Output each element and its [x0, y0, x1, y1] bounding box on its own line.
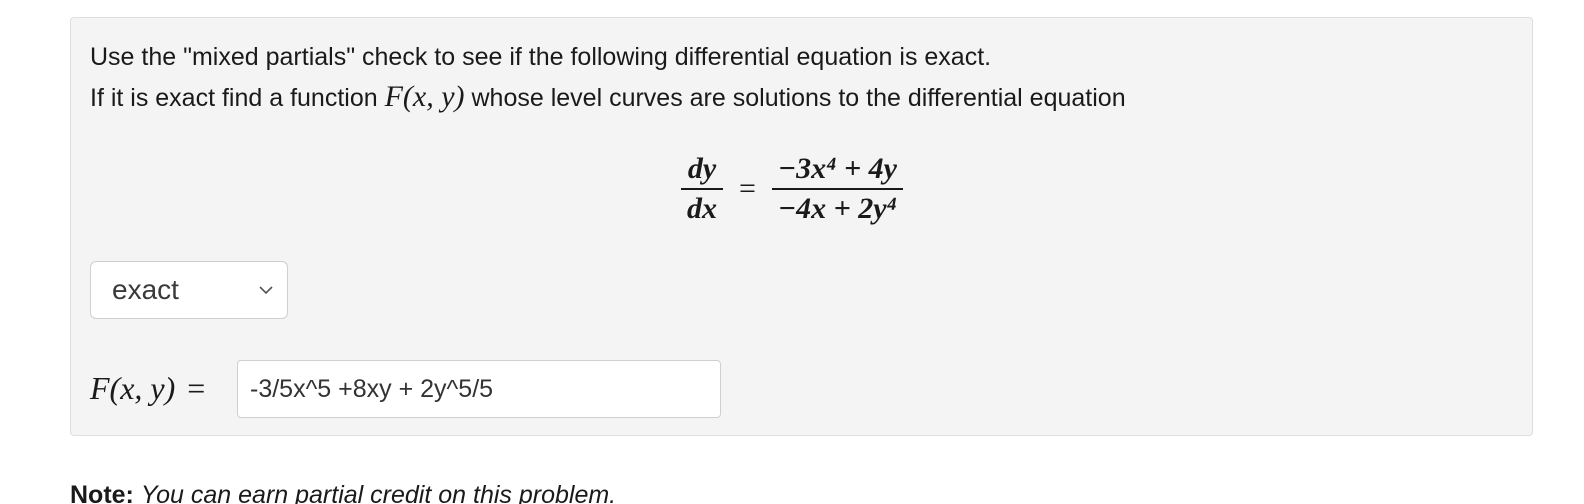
note-label: Note: [70, 481, 134, 504]
derivative-denominator: dx [687, 192, 717, 225]
derivative-numerator: dy [687, 152, 717, 185]
rhs-fraction: −3x⁴ + 4y −4x + 2y⁴ [771, 150, 903, 228]
instruction-prefix: If it is exact find a function [90, 84, 378, 112]
answer-equals-sign: = [187, 370, 206, 406]
derivative-fraction: dy dx [681, 150, 723, 228]
rhs-denominator: −4x + 2y⁴ [777, 192, 897, 225]
problem-instruction-line2: If it is exact find a function F(x, y) w… [90, 82, 1126, 113]
rhs-numerator: −3x⁴ + 4y [777, 152, 897, 185]
instruction-suffix: whose level curves are solutions to the … [471, 84, 1126, 112]
note-text: You can earn partial credit on this prob… [140, 481, 617, 504]
equals-sign: = [739, 172, 756, 205]
differential-equation: dy dx = −3x⁴ + 4y −4x + 2y⁴ [681, 146, 903, 232]
answer-function-notation: F(x, y) [90, 370, 176, 406]
problem-box: Use the "mixed partials" check to see if… [70, 17, 1533, 436]
function-notation: F(x, y) [384, 80, 465, 113]
dropdown-selected-value: exact [112, 274, 179, 305]
chevron-down-icon [259, 283, 273, 297]
problem-instruction-line1: Use the "mixed partials" check to see if… [90, 43, 992, 71]
partial-credit-note: Note: You can earn partial credit on thi… [70, 480, 616, 504]
exactness-dropdown[interactable]: exact [90, 261, 288, 319]
answer-input[interactable] [237, 360, 721, 418]
answer-label: F(x, y) = [90, 368, 205, 408]
